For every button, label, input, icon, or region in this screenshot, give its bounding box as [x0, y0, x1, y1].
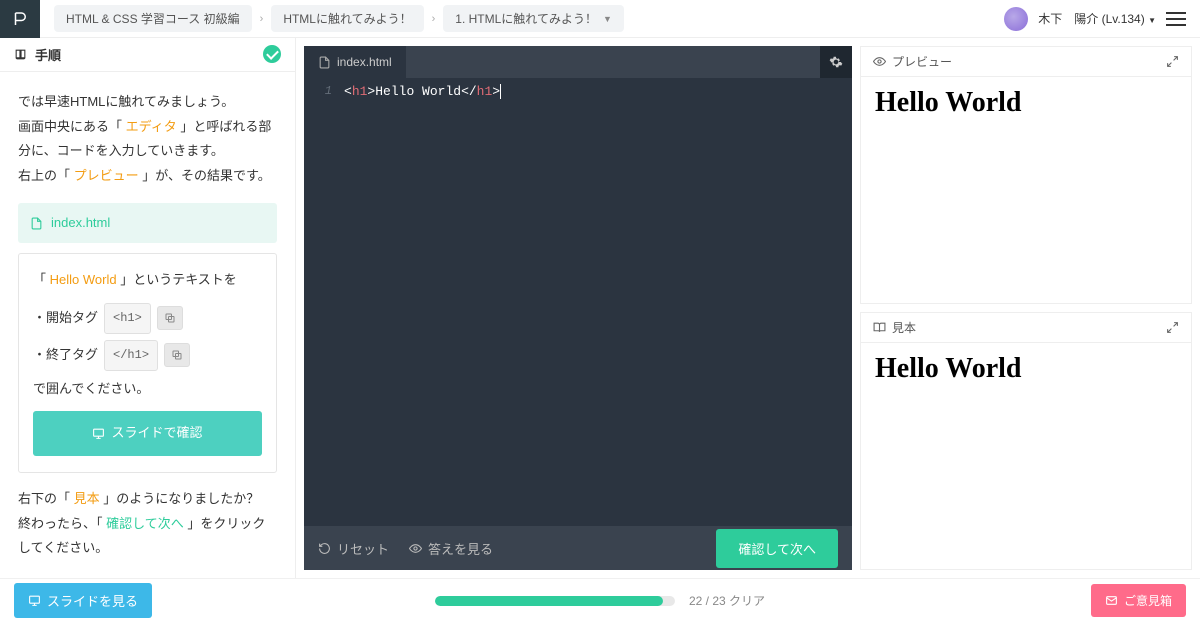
- file-icon: [30, 217, 43, 230]
- sample-pane: Hello World: [861, 343, 1191, 569]
- copy-button[interactable]: [157, 306, 183, 330]
- menu-icon[interactable]: [1166, 12, 1186, 26]
- preview-title: プレビュー: [892, 53, 952, 70]
- progress-fill: [435, 596, 663, 606]
- breadcrumb-course[interactable]: HTML & CSS 学習コース 初級編: [54, 5, 252, 32]
- sample-output: Hello World: [875, 353, 1177, 385]
- eye-icon: [409, 542, 422, 555]
- line-gutter: 1: [304, 78, 340, 526]
- editor-tab[interactable]: index.html: [304, 46, 406, 78]
- feedback-label: ご意見箱: [1124, 592, 1172, 609]
- editor-tab-label: index.html: [337, 55, 392, 69]
- feedback-button[interactable]: ご意見箱: [1091, 584, 1186, 617]
- code-editor[interactable]: 1 <h1>Hello World</h1>: [304, 78, 852, 526]
- preview-output: Hello World: [875, 87, 1177, 119]
- reset-button[interactable]: リセット: [318, 539, 389, 558]
- chevron-right-icon: ›: [260, 13, 264, 25]
- slide-confirm-label: スライドで確認: [111, 421, 202, 446]
- username[interactable]: 木下 陽介 (Lv.134) ▼: [1038, 10, 1156, 27]
- breadcrumb-lesson-label: 1. HTMLに触れてみよう！: [455, 10, 597, 27]
- reset-label: リセット: [337, 539, 389, 558]
- expand-icon[interactable]: [1166, 321, 1179, 334]
- breadcrumb-chapter[interactable]: HTMLに触れてみよう！: [271, 5, 423, 32]
- outro-text: 終わったら、「 確認して次へ 」をクリックしてください。: [18, 512, 277, 561]
- show-answer-button[interactable]: 答えを見る: [409, 539, 493, 558]
- book-icon: [14, 48, 27, 61]
- file-icon: [318, 56, 331, 69]
- avatar[interactable]: [1004, 7, 1028, 31]
- slide-icon: [28, 594, 41, 607]
- view-slides-button[interactable]: スライドを見る: [14, 583, 152, 618]
- intro-text: 画面中央にある「 エディタ 」と呼ばれる部分に、コードを入力していきます。: [18, 115, 277, 164]
- code-line: <h1>Hello World</h1>: [344, 84, 848, 99]
- copy-icon: [171, 349, 183, 361]
- site-logo[interactable]: [0, 0, 40, 38]
- confirm-next-button[interactable]: 確認して次へ: [716, 529, 838, 568]
- copy-icon: [164, 312, 176, 324]
- username-label: 木下 陽介 (Lv.134): [1038, 12, 1144, 26]
- expand-icon[interactable]: [1166, 55, 1179, 68]
- outro-text: 右下の「 見本 」のようになりましたか？: [18, 487, 277, 512]
- sample-title: 見本: [892, 319, 916, 336]
- breadcrumb-lesson[interactable]: 1. HTMLに触れてみよう！ ▼: [443, 5, 624, 32]
- mail-icon: [1105, 594, 1118, 607]
- preview-pane: Hello World: [861, 77, 1191, 303]
- show-answer-label: 答えを見る: [428, 539, 493, 558]
- file-name: index.html: [51, 211, 110, 236]
- progress-bar: [435, 596, 675, 606]
- steps-title: 手順: [35, 45, 61, 64]
- instruction-box: 「 Hello World 」というテキストを ・開始タグ <h1> ・終了タグ…: [18, 253, 277, 473]
- book-open-icon: [873, 321, 886, 334]
- view-slides-label: スライドを見る: [47, 591, 138, 610]
- chevron-down-icon: ▼: [603, 14, 612, 24]
- file-card: index.html: [18, 203, 277, 244]
- instruction-text: で囲んでください。: [33, 377, 262, 402]
- slide-icon: [92, 427, 105, 440]
- undo-icon: [318, 542, 331, 555]
- slide-confirm-button[interactable]: スライドで確認: [33, 411, 262, 456]
- breadcrumb: HTML & CSS 学習コース 初級編 › HTMLに触れてみよう！ › 1.…: [54, 5, 1004, 32]
- cursor: [500, 84, 501, 99]
- instruction-text: 「 Hello World 」というテキストを: [33, 268, 262, 293]
- start-tag-code: <h1>: [104, 303, 151, 334]
- gear-icon: [829, 55, 843, 69]
- eye-icon: [873, 55, 886, 68]
- intro-text: では早速HTMLに触れてみましょう。: [18, 90, 277, 115]
- intro-text: 右上の「 プレビュー 」が、その結果です。: [18, 164, 277, 189]
- copy-button[interactable]: [164, 343, 190, 367]
- progress-text: 22 / 23 クリア: [689, 592, 765, 609]
- chevron-right-icon: ›: [432, 13, 436, 25]
- settings-button[interactable]: [820, 46, 852, 78]
- end-tag-code: </h1>: [104, 340, 158, 371]
- chevron-down-icon: ▼: [1148, 16, 1156, 25]
- start-tag-label: ・開始タグ: [33, 306, 98, 331]
- end-tag-label: ・終了タグ: [33, 343, 98, 368]
- check-icon: [263, 45, 281, 63]
